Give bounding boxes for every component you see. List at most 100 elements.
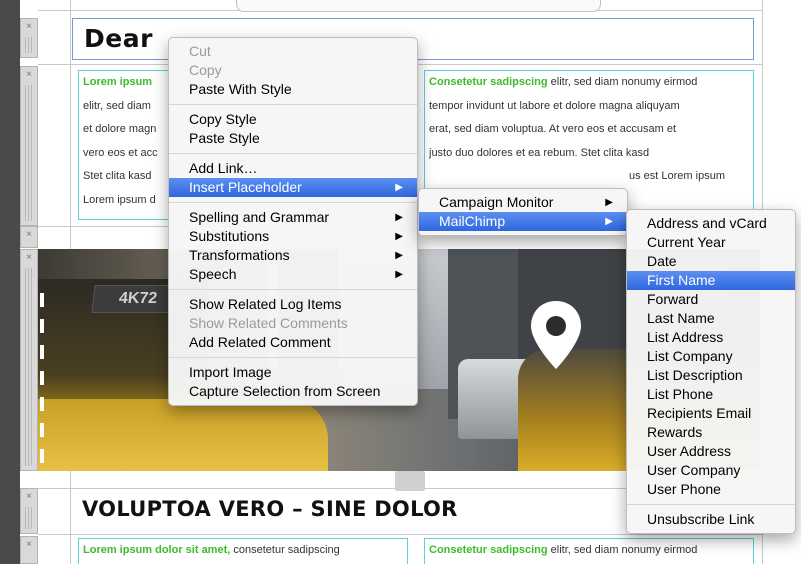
drag-grip-icon[interactable] bbox=[25, 37, 33, 53]
menu-item-label: Last Name bbox=[647, 310, 715, 326]
row-handle-title[interactable]: × bbox=[20, 488, 38, 534]
menu-item-user-company[interactable]: User Company bbox=[627, 461, 795, 480]
menu-item-capture-selection-from-screen[interactable]: Capture Selection from Screen bbox=[169, 382, 417, 401]
lead-text: Lorem ipsum dolor sit amet, bbox=[83, 544, 231, 556]
menu-item-user-phone[interactable]: User Phone bbox=[627, 480, 795, 499]
menu-item-label: Show Related Log Items bbox=[189, 296, 342, 312]
menu-item-label: First Name bbox=[647, 272, 716, 288]
body-line: erat, sed diam voluptua. At vero eos et … bbox=[429, 123, 677, 136]
context-menu[interactable]: Cut Copy Paste With Style Copy Style Paste S… bbox=[168, 37, 418, 406]
menu-item-copy-style[interactable]: Copy Style bbox=[169, 110, 417, 129]
menu-item-mailchimp[interactable]: MailChimp ▶ bbox=[419, 212, 627, 231]
close-icon[interactable]: × bbox=[21, 252, 37, 264]
body-text: elitr, sed diam nonumy eirmod bbox=[547, 544, 698, 556]
placeholder-submenu[interactable]: Campaign Monitor ▶ MailChimp ▶ bbox=[418, 188, 628, 236]
menu-item-substitutions[interactable]: Substitutions ▶ bbox=[169, 227, 417, 246]
menu-item-label: Transformations bbox=[189, 247, 290, 263]
menu-separator bbox=[169, 357, 417, 358]
menu-item-label: Speech bbox=[189, 266, 237, 282]
menu-item-add-related-comment[interactable]: Add Related Comment bbox=[169, 333, 417, 352]
menu-item-show-related-log-items[interactable]: Show Related Log Items bbox=[169, 295, 417, 314]
menu-item-label: List Company bbox=[647, 348, 733, 364]
submenu-arrow-icon: ▶ bbox=[395, 212, 403, 223]
menu-item-label: Cut bbox=[189, 43, 211, 59]
menu-item-transformations[interactable]: Transformations ▶ bbox=[169, 246, 417, 265]
submenu-arrow-icon: ▶ bbox=[395, 250, 403, 261]
section-title[interactable]: VOLUPTOA VERO – SINE DOLOR bbox=[82, 497, 458, 521]
menu-item-label: Copy bbox=[189, 62, 222, 78]
editor-gutter bbox=[0, 0, 20, 564]
menu-item-label: MailChimp bbox=[439, 213, 506, 229]
menu-item-user-address[interactable]: User Address bbox=[627, 442, 795, 461]
menu-item-list-address[interactable]: List Address bbox=[627, 328, 795, 347]
close-icon[interactable]: × bbox=[21, 539, 37, 551]
submenu-arrow-icon: ▶ bbox=[605, 216, 613, 227]
menu-item-label: Paste With Style bbox=[189, 81, 292, 97]
menu-item-label: Address and vCard bbox=[647, 215, 767, 231]
menu-item-speech[interactable]: Speech ▶ bbox=[169, 265, 417, 284]
menu-item-label: Recipients Email bbox=[647, 405, 752, 421]
menu-item-label: Campaign Monitor bbox=[439, 194, 554, 210]
menu-item-rewards[interactable]: Rewards bbox=[627, 423, 795, 442]
menu-item-label: Import Image bbox=[189, 364, 272, 380]
menu-item-paste-style[interactable]: Paste Style bbox=[169, 129, 417, 148]
body-line: tempor invidunt ut labore et dolore magn… bbox=[429, 99, 680, 112]
menu-item-date[interactable]: Date bbox=[627, 252, 795, 271]
mailchimp-submenu[interactable]: Address and vCard Current Year Date First N… bbox=[626, 209, 796, 534]
menu-separator bbox=[169, 289, 417, 290]
menu-item-label: Date bbox=[647, 253, 677, 269]
menu-item-last-name[interactable]: Last Name bbox=[627, 309, 795, 328]
lead-text: Consetetur sadipscing bbox=[429, 76, 548, 88]
menu-item-import-image[interactable]: Import Image bbox=[169, 363, 417, 382]
menu-item-campaign-monitor[interactable]: Campaign Monitor ▶ bbox=[419, 193, 627, 212]
menu-item-insert-placeholder[interactable]: Insert Placeholder ▶ bbox=[169, 178, 417, 197]
body-text: consetetur sadipscing bbox=[230, 544, 340, 556]
row-handle-image[interactable]: × bbox=[20, 249, 38, 471]
row-handle-bottom[interactable]: × bbox=[20, 536, 38, 564]
submenu-arrow-icon: ▶ bbox=[395, 182, 403, 193]
submenu-arrow-icon: ▶ bbox=[605, 197, 613, 208]
submenu-arrow-icon: ▶ bbox=[395, 269, 403, 280]
menu-item-list-company[interactable]: List Company bbox=[627, 347, 795, 366]
body-line: justo duo dolores et ea rebum. Stet clit… bbox=[429, 146, 650, 159]
row-handle-spacer[interactable]: × bbox=[20, 226, 38, 248]
drag-grip-icon[interactable] bbox=[25, 85, 33, 221]
close-icon[interactable]: × bbox=[21, 229, 37, 241]
menu-item-current-year[interactable]: Current Year bbox=[627, 233, 795, 252]
lead-text: Consetetur sadipscing bbox=[429, 544, 548, 556]
menu-item-forward[interactable]: Forward bbox=[627, 290, 795, 309]
menu-item-label: Spelling and Grammar bbox=[189, 209, 330, 225]
menu-item-label: List Phone bbox=[647, 386, 714, 402]
menu-item-unsubscribe-link[interactable]: Unsubscribe Link bbox=[627, 510, 795, 529]
menu-item-label: User Address bbox=[647, 443, 732, 459]
menu-item-list-description[interactable]: List Description bbox=[627, 366, 795, 385]
close-icon[interactable]: × bbox=[21, 69, 37, 81]
menu-item-copy[interactable]: Copy bbox=[169, 61, 417, 80]
photo-taxi bbox=[38, 399, 328, 471]
lane-dashes bbox=[40, 293, 44, 463]
menu-item-label: Forward bbox=[647, 291, 699, 307]
bottom-column-right[interactable]: Consetetur sadipscing elitr, sed diam no… bbox=[424, 538, 754, 564]
row-handle-text[interactable]: × bbox=[20, 66, 38, 226]
menu-item-label: List Address bbox=[647, 329, 724, 345]
menu-item-list-phone[interactable]: List Phone bbox=[627, 385, 795, 404]
menu-item-cut[interactable]: Cut bbox=[169, 42, 417, 61]
menu-item-label: Capture Selection from Screen bbox=[189, 383, 381, 399]
close-icon[interactable]: × bbox=[21, 491, 37, 503]
close-icon[interactable]: × bbox=[21, 21, 37, 33]
guide-line bbox=[38, 534, 762, 535]
menu-item-recipients-email[interactable]: Recipients Email bbox=[627, 404, 795, 423]
menu-item-first-name[interactable]: First Name bbox=[627, 271, 795, 290]
menu-item-paste-with-style[interactable]: Paste With Style bbox=[169, 80, 417, 99]
menu-item-spelling-and-grammar[interactable]: Spelling and Grammar ▶ bbox=[169, 208, 417, 227]
drag-grip-icon[interactable] bbox=[25, 507, 33, 529]
bottom-column-left[interactable]: Lorem ipsum dolor sit amet, consetetur s… bbox=[78, 538, 408, 564]
drag-grip-icon[interactable] bbox=[25, 268, 33, 466]
menu-separator bbox=[169, 153, 417, 154]
row-handle-heading[interactable]: × bbox=[20, 18, 38, 58]
menu-item-address-and-vcard[interactable]: Address and vCard bbox=[627, 214, 795, 233]
salutation-heading[interactable]: Dear bbox=[84, 24, 153, 53]
menu-item-add-link[interactable]: Add Link… bbox=[169, 159, 417, 178]
menu-item-show-related-comments[interactable]: Show Related Comments bbox=[169, 314, 417, 333]
body-text: elitr, sed diam nonumy eirmod bbox=[547, 76, 698, 88]
